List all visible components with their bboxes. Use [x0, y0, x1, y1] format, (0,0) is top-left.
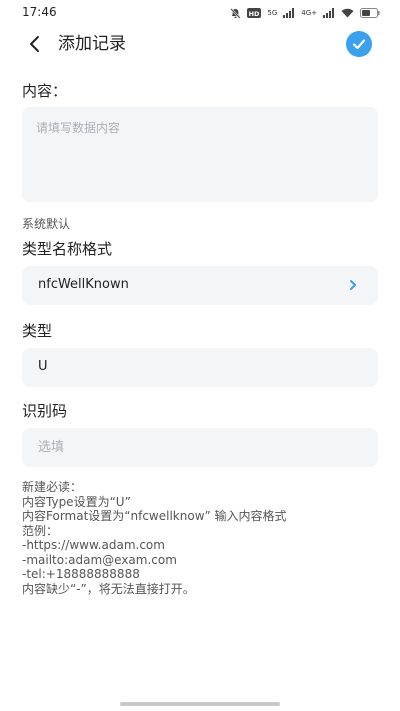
network-5g-label: 5G	[267, 8, 278, 17]
chevron-right-icon	[350, 280, 356, 290]
battery-icon	[360, 8, 380, 18]
app-bar: 添加记录	[0, 28, 400, 60]
check-icon	[352, 39, 366, 50]
note-line: 内容Type设置为“U”	[22, 494, 131, 509]
note-line: -mailto:adam@exam.com	[22, 552, 177, 567]
type-field[interactable]: U	[22, 348, 378, 387]
system-default-label: 系统默认	[22, 217, 71, 231]
network-4g-label: 4G+	[301, 8, 317, 17]
notes: 新建必读： 内容Type设置为“U” 内容Format设置为“nfcwellkn…	[22, 480, 382, 596]
note-line: 内容Format设置为“nfcwellknow” 输入内容格式	[22, 509, 287, 523]
chevron-left-icon	[30, 36, 39, 52]
note-line: 范例：	[22, 523, 59, 538]
hd-icon: HD	[247, 8, 262, 18]
identifier-label: 识别码	[22, 402, 68, 420]
back-button[interactable]	[24, 32, 46, 56]
type-name-format-value: nfcWellKnown	[38, 277, 129, 292]
status-bar: 17:46 HD 5G 4G+	[0, 0, 400, 26]
wifi-icon	[341, 8, 354, 18]
type-name-format-label: 类型名称格式	[22, 240, 113, 258]
content-input[interactable]	[22, 107, 378, 202]
content-label: 内容：	[22, 82, 68, 100]
signal-icon-2	[323, 8, 334, 18]
svg-text:HD: HD	[249, 10, 260, 18]
identifier-field	[22, 428, 378, 467]
type-name-format-selector[interactable]: nfcWellKnown	[22, 266, 378, 305]
status-time: 17:46	[22, 5, 57, 19]
signal-icon	[283, 8, 295, 18]
note-line: 内容缺少“-”，将无法直接打开。	[22, 581, 195, 596]
note-line: -https://www.adam.com	[22, 538, 165, 552]
note-line: -tel:+18888888888	[22, 567, 140, 581]
type-value: U	[38, 359, 48, 374]
note-line: 新建必读：	[22, 480, 83, 494]
confirm-button[interactable]	[346, 31, 372, 57]
mute-bell-icon	[230, 7, 242, 19]
home-indicator[interactable]	[120, 702, 280, 706]
page-title: 添加记录	[58, 34, 126, 54]
type-label: 类型	[22, 322, 53, 340]
status-icons: HD 5G 4G+	[230, 6, 380, 20]
identifier-input[interactable]	[22, 428, 378, 467]
